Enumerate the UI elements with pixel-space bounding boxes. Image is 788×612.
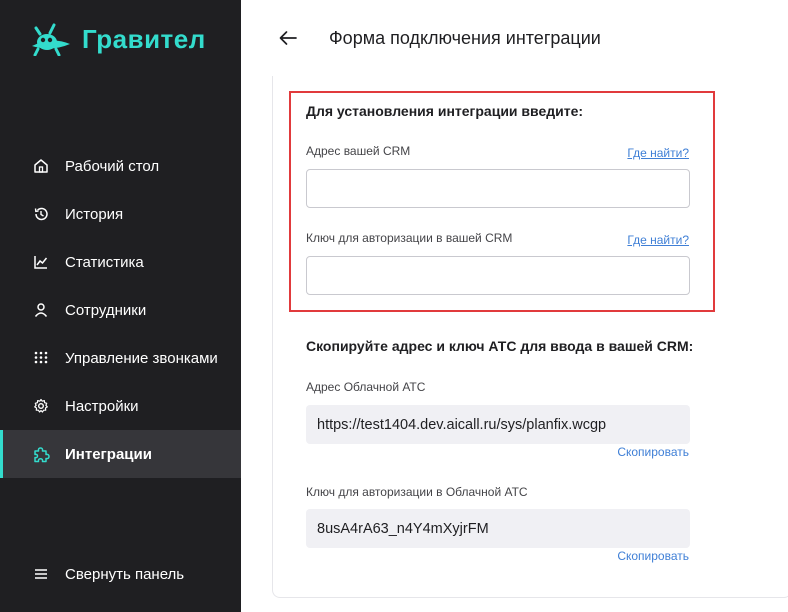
app-window: Гравител Рабочий стол История Статистика: [0, 0, 788, 612]
ats-key-field[interactable]: 8usA4rA63_n4Y4mXyjrFM: [306, 509, 690, 548]
crm-address-label: Адрес вашей CRM: [306, 144, 411, 158]
sidebar-item-history[interactable]: История: [0, 190, 241, 238]
ats-address-field[interactable]: https://test1404.dev.aicall.ru/sys/planf…: [306, 405, 690, 444]
sidebar-item-call-management[interactable]: Управление звонками: [0, 334, 241, 382]
user-icon: [32, 301, 50, 319]
sidebar-item-label: История: [65, 205, 124, 223]
sidebar-item-integrations[interactable]: Интеграции: [0, 430, 241, 478]
copy-section-title: Скопируйте адрес и ключ АТС для ввода в …: [306, 338, 694, 354]
sidebar-item-label: Статистика: [65, 253, 144, 271]
sidebar-item-dashboard[interactable]: Рабочий стол: [0, 142, 241, 190]
enter-section-title: Для установления интеграции введите:: [306, 103, 584, 119]
dialpad-icon: [32, 349, 50, 367]
sidebar-item-label: Интеграции: [65, 445, 152, 463]
copy-ats-key-button[interactable]: Скопировать: [617, 549, 689, 563]
crm-key-help-link[interactable]: Где найти?: [627, 233, 689, 247]
puzzle-icon: [32, 445, 50, 463]
sidebar-item-employees[interactable]: Сотрудники: [0, 286, 241, 334]
sidebar-item-label: Управление звонками: [65, 349, 218, 367]
chart-line-icon: [32, 253, 50, 271]
collapse-panel-button[interactable]: Свернуть панель: [0, 550, 241, 598]
menu-icon: [32, 565, 50, 583]
crm-key-input[interactable]: [306, 256, 690, 295]
back-arrow-icon[interactable]: [277, 27, 299, 49]
alien-logo-icon: [32, 23, 70, 56]
sidebar-item-label: Настройки: [65, 397, 139, 415]
main-content: Форма подключения интеграции Для установ…: [241, 0, 788, 612]
history-icon: [32, 205, 50, 223]
sidebar-item-label: Рабочий стол: [65, 157, 160, 175]
crm-address-input[interactable]: [306, 169, 690, 208]
home-icon: [32, 157, 50, 175]
sidebar-item-label: Сотрудники: [65, 301, 147, 319]
crm-address-help-link[interactable]: Где найти?: [627, 146, 689, 160]
brand-logo[interactable]: Гравител: [30, 20, 206, 58]
page-title: Форма подключения интеграции: [329, 28, 601, 48]
gear-icon: [32, 397, 50, 415]
collapse-panel-label: Свернуть панель: [65, 565, 185, 583]
sidebar: Гравител Рабочий стол История Статистика: [0, 0, 241, 612]
ats-address-value: https://test1404.dev.aicall.ru/sys/planf…: [317, 416, 607, 433]
ats-key-value: 8usA4rA63_n4Y4mXyjrFM: [317, 520, 489, 537]
brand-name: Гравител: [82, 23, 206, 54]
ats-address-label: Адрес Облачной АТС: [306, 380, 426, 394]
crm-key-label: Ключ для авторизации в вашей CRM: [306, 231, 513, 245]
ats-key-label: Ключ для авторизации в Облачной АТС: [306, 485, 528, 499]
page-header: Форма подключения интеграции: [241, 0, 788, 76]
copy-ats-address-button[interactable]: Скопировать: [617, 445, 689, 459]
sidebar-item-settings[interactable]: Настройки: [0, 382, 241, 430]
sidebar-item-statistics[interactable]: Статистика: [0, 238, 241, 286]
